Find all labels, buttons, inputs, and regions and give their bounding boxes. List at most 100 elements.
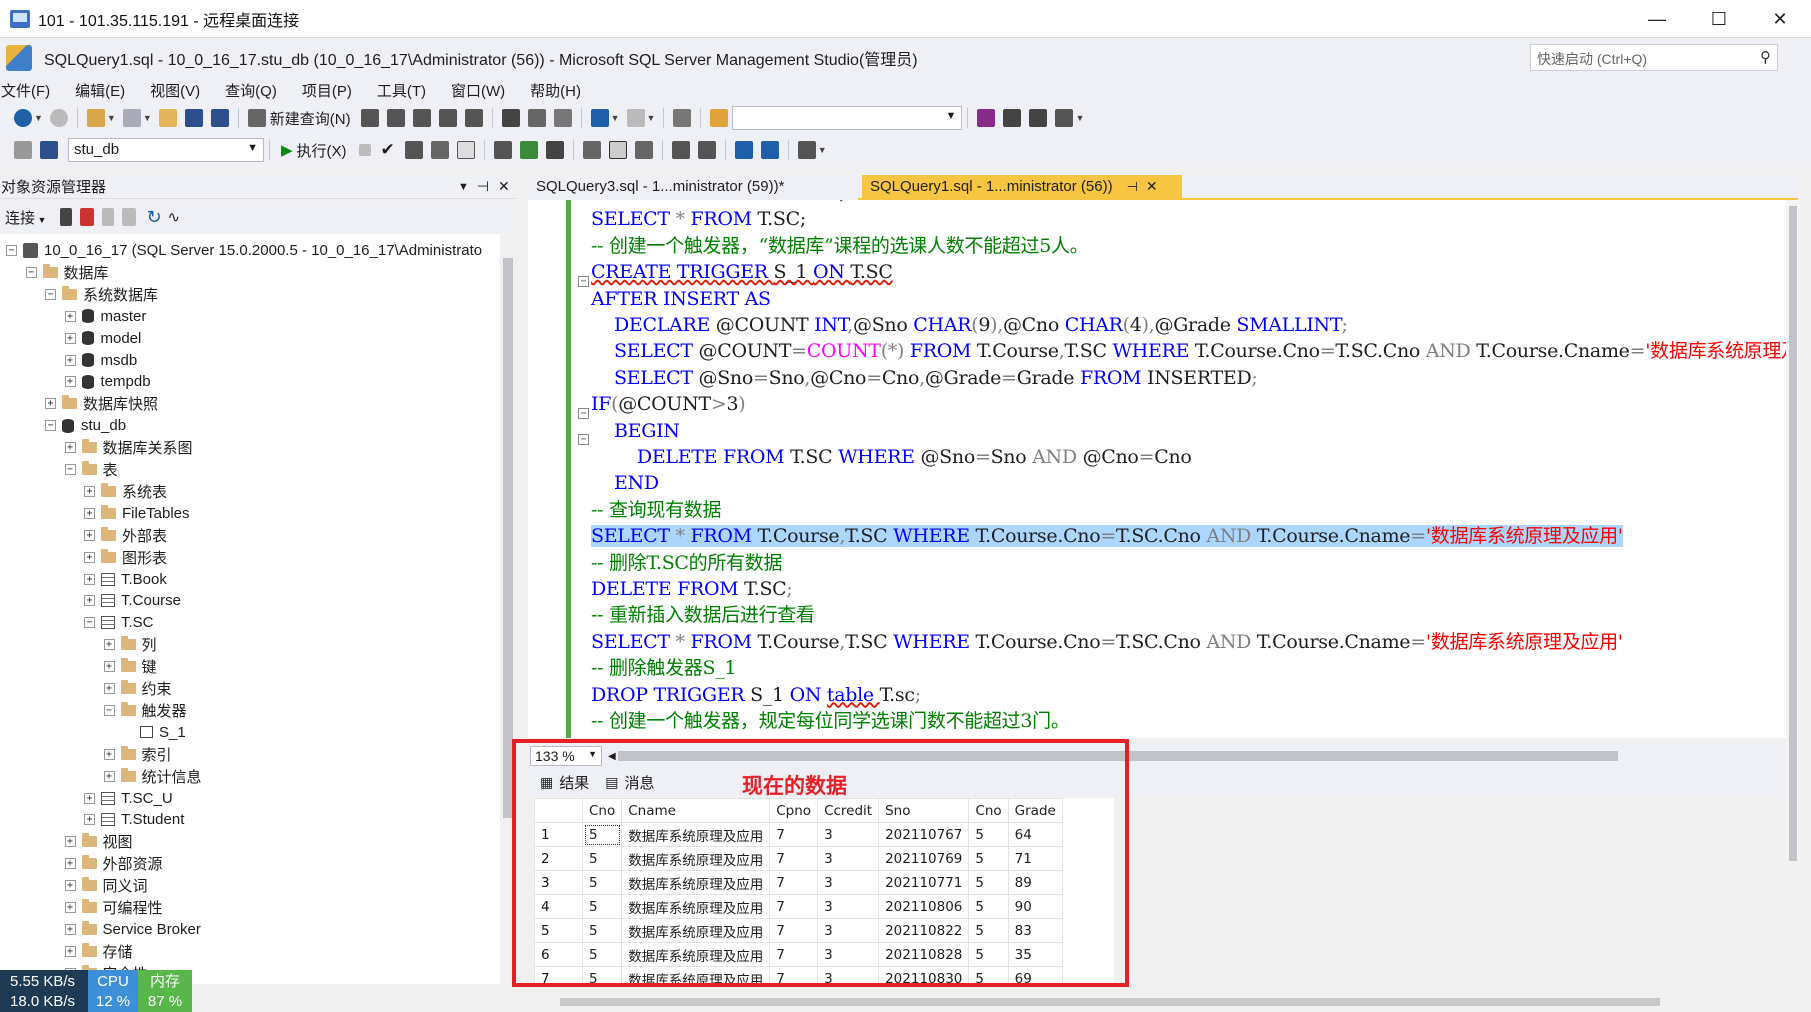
expand-toggle-icon[interactable]: + [84, 595, 95, 607]
solution-explorer-icon[interactable] [977, 109, 996, 127]
redo-icon[interactable] [626, 109, 645, 127]
filter-icon[interactable] [122, 208, 137, 226]
cut-icon[interactable] [501, 109, 520, 127]
close-button[interactable]: ✕ [1749, 0, 1811, 38]
connect-icon[interactable] [14, 141, 32, 159]
menu-item-5[interactable]: 工具(T) [376, 80, 438, 101]
expand-toggle-icon[interactable]: + [84, 792, 95, 804]
xmla-query-icon[interactable] [438, 109, 457, 127]
tab-sqlquery1[interactable]: SQLQuery1.sql - 1...ministrator (56)) ⊣ ✕ [862, 175, 1182, 200]
open-file-icon[interactable] [158, 109, 177, 127]
tree-node[interactable]: − 10_0_16_17 (SQL Server 15.0.2000.5 - 10… [6, 240, 482, 261]
undo-icon[interactable] [590, 109, 609, 127]
save-all-icon[interactable] [210, 109, 229, 127]
tree-node[interactable]: + 索引 [103, 744, 172, 765]
tree-node[interactable]: − stu_db [45, 415, 126, 436]
expand-toggle-icon[interactable]: + [84, 507, 95, 519]
cancel-query-icon[interactable] [358, 144, 371, 156]
minimize-button[interactable]: — [1626, 0, 1688, 38]
tree-node[interactable]: + FileTables [84, 503, 190, 524]
tree-node[interactable]: + T.Student [84, 809, 184, 830]
new-query-icon[interactable] [247, 109, 266, 127]
dmx-query-icon[interactable] [412, 109, 431, 127]
results-to-file-icon[interactable] [634, 141, 653, 159]
expand-toggle-icon[interactable]: + [103, 661, 115, 673]
window-layout-icon[interactable] [1055, 109, 1074, 127]
tree-node[interactable]: + 视图 [64, 831, 133, 852]
dax-query-icon[interactable] [464, 109, 483, 127]
execute-icon[interactable]: ▶ [281, 141, 293, 159]
expand-toggle-icon[interactable]: + [84, 485, 95, 497]
uncomment-icon[interactable] [697, 141, 716, 159]
expand-toggle-icon[interactable]: + [64, 945, 76, 957]
pin-icon[interactable]: ⊣ [477, 178, 489, 195]
menu-item-1[interactable]: 编辑(E) [74, 80, 137, 101]
expand-toggle-icon[interactable]: + [64, 376, 76, 388]
new-project-icon[interactable] [86, 109, 105, 127]
new-query-button[interactable]: 新建查询(N) [270, 108, 351, 129]
live-stats-icon[interactable] [519, 141, 538, 159]
tree-node[interactable]: + T.Book [84, 569, 167, 590]
expand-toggle-icon[interactable]: + [64, 902, 76, 913]
tree-node[interactable]: + 系统表 [84, 481, 167, 502]
quick-launch-input[interactable]: 快速启动 (Ctrl+Q) ⚲ [1530, 44, 1778, 71]
query-options-icon[interactable] [430, 141, 449, 159]
stop-icon[interactable] [102, 208, 115, 226]
expand-toggle-icon[interactable]: + [64, 836, 76, 848]
find-in-files-icon[interactable] [710, 109, 729, 127]
properties-icon[interactable] [1003, 109, 1022, 127]
expand-toggle-icon[interactable]: − [103, 704, 115, 716]
expand-toggle-icon[interactable]: + [84, 529, 95, 541]
tree-node[interactable]: + 同义词 [64, 875, 148, 896]
fold-toggle-if[interactable]: − [578, 408, 589, 419]
decrease-indent-icon[interactable] [734, 141, 753, 159]
parse-icon[interactable]: ✔ [381, 140, 395, 160]
add-item-icon[interactable] [122, 109, 141, 127]
expand-toggle-icon[interactable]: + [84, 814, 95, 826]
sql-editor[interactable]: SELECT * FROM T.Course;SELECT * FROM T.S… [528, 200, 1786, 738]
menu-item-3[interactable]: 查询(Q) [224, 80, 289, 101]
menu-item-4[interactable]: 项目(P) [301, 80, 364, 101]
maximize-button[interactable]: ☐ [1688, 0, 1750, 38]
tree-node[interactable]: S_1 [123, 722, 186, 743]
expand-toggle-icon[interactable]: + [64, 310, 76, 322]
search-combo[interactable]: ▼ [732, 106, 963, 130]
expand-toggle-icon[interactable]: − [25, 266, 37, 278]
tree-node[interactable]: + 键 [103, 656, 157, 677]
tab-pin-icon[interactable]: ⊣ [1127, 179, 1138, 194]
connect-object-icon[interactable] [60, 208, 73, 226]
tree-node[interactable]: + 图形表 [84, 547, 167, 568]
tree-scroll-thumb[interactable] [503, 258, 513, 818]
expand-toggle-icon[interactable]: + [103, 748, 115, 760]
toolbox-icon[interactable] [1029, 109, 1048, 127]
tree-node[interactable]: + msdb [64, 350, 137, 371]
menu-item-0[interactable]: 文件(F) [0, 80, 62, 101]
expand-toggle-icon[interactable]: − [84, 617, 95, 629]
bottom-scroll-thumb[interactable] [560, 998, 1660, 1006]
results-to-text-icon[interactable] [582, 141, 601, 159]
disconnect-icon[interactable] [80, 208, 95, 226]
tree-node[interactable]: + 可编程性 [64, 897, 163, 918]
tree-node[interactable]: + Service Broker [64, 919, 201, 940]
tree-node[interactable]: + 数据库关系图 [64, 437, 193, 458]
database-selector[interactable]: stu_db ▼ [68, 138, 264, 162]
db-engine-query-icon[interactable] [360, 109, 379, 127]
expand-toggle-icon[interactable]: + [103, 639, 115, 651]
expand-toggle-icon[interactable]: + [64, 442, 76, 454]
mdx-query-icon[interactable] [386, 109, 405, 127]
tree-node[interactable]: − 触发器 [103, 700, 187, 721]
expand-toggle-icon[interactable]: − [45, 420, 56, 432]
expand-toggle-icon[interactable]: − [64, 464, 76, 475]
expand-toggle-icon[interactable]: + [64, 354, 76, 366]
menu-item-7[interactable]: 帮助(H) [529, 80, 593, 101]
expand-toggle-icon[interactable]: + [84, 551, 95, 563]
paste-icon[interactable] [553, 109, 572, 127]
menu-item-6[interactable]: 窗口(W) [450, 80, 517, 101]
tree-node[interactable]: + 外部资源 [64, 853, 163, 874]
tree-node[interactable]: + T.SC_U [84, 788, 173, 809]
tree-node[interactable]: − 数据库 [25, 262, 109, 283]
expand-toggle-icon[interactable]: − [6, 245, 17, 256]
tree-node[interactable]: + 数据库快照 [45, 393, 158, 414]
specify-values-icon[interactable] [797, 141, 816, 159]
fold-toggle-begin[interactable]: − [578, 434, 589, 445]
